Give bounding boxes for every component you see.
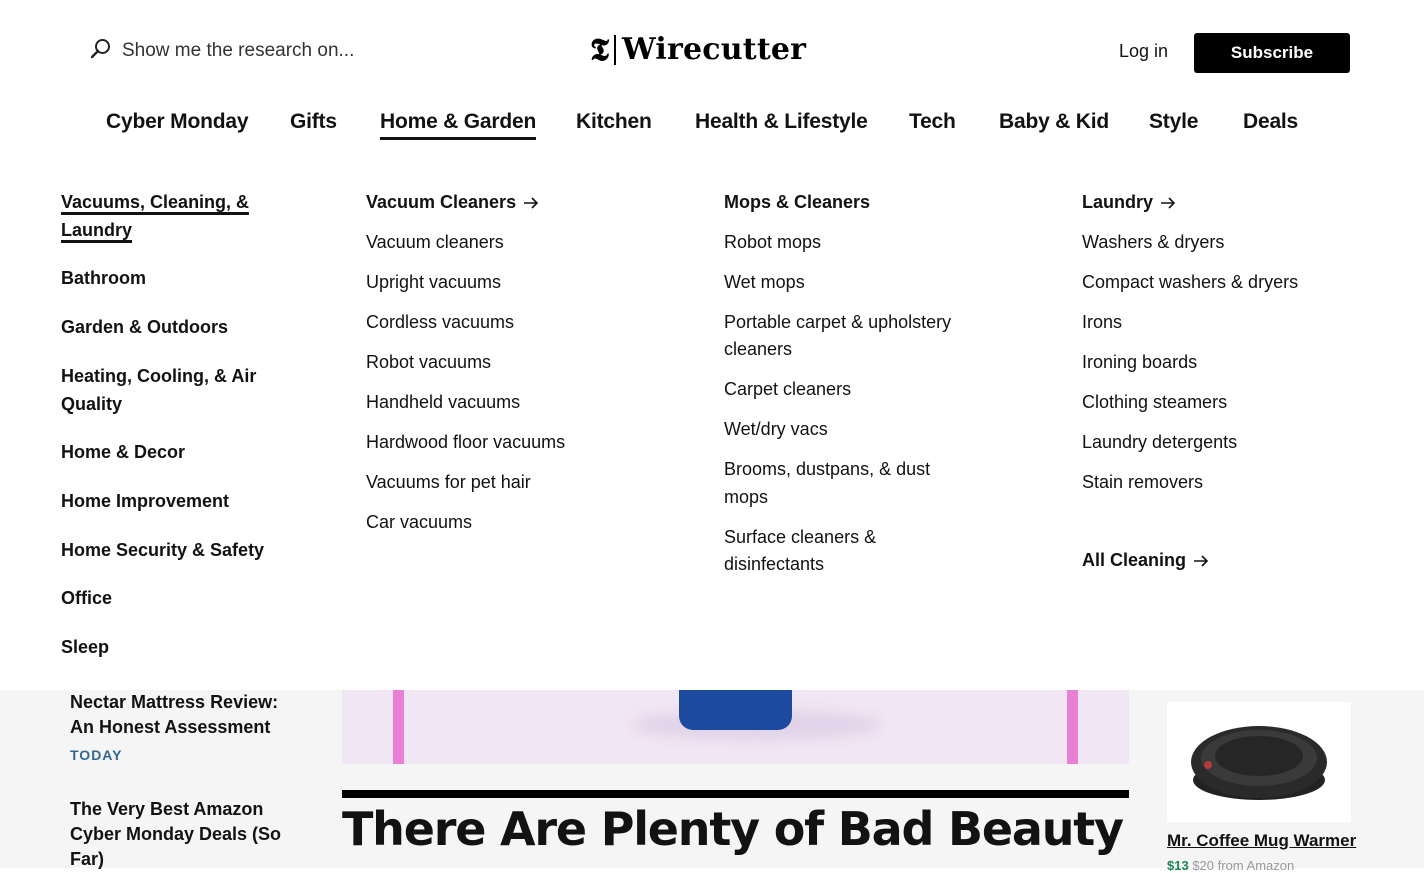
link-stain-removers[interactable]: Stain removers xyxy=(1082,469,1342,497)
pink-bar-left xyxy=(393,690,404,764)
link-brooms-dustpans[interactable]: Brooms, dustpans, & dust mops xyxy=(724,456,969,511)
category-office[interactable]: Office xyxy=(61,585,271,613)
link-wet-dry-vacs[interactable]: Wet/dry vacs xyxy=(724,416,969,444)
product-image[interactable] xyxy=(1167,702,1351,822)
column-vacuum-cleaners: Vacuum Cleaners Vacuum cleaners Upright … xyxy=(366,189,626,549)
link-washers-dryers[interactable]: Washers & dryers xyxy=(1082,229,1342,257)
all-cleaning-label: All Cleaning xyxy=(1082,550,1187,570)
link-irons[interactable]: Irons xyxy=(1082,309,1342,337)
link-portable-carpet-cleaners[interactable]: Portable carpet & upholstery cleaners xyxy=(724,309,969,364)
search-placeholder[interactable]: Show me the research on... xyxy=(122,40,354,62)
category-bathroom[interactable]: Bathroom xyxy=(61,265,271,293)
nav-baby-kid[interactable]: Baby & Kid xyxy=(999,110,1109,134)
category-sleep[interactable]: Sleep xyxy=(61,634,271,662)
link-vacuums-pet-hair[interactable]: Vacuums for pet hair xyxy=(366,469,626,497)
product-price: $13 $20 from Amazon xyxy=(1167,858,1294,873)
login-link[interactable]: Log in xyxy=(1119,41,1168,62)
category-label: Vacuums, Cleaning, & Laundry xyxy=(61,192,250,243)
link-laundry-detergents[interactable]: Laundry detergents xyxy=(1082,429,1342,457)
column-heading-label: Vacuum Cleaners xyxy=(366,192,517,212)
primary-nav: Cyber Monday Gifts Home & Garden Kitchen… xyxy=(0,110,1424,142)
column-heading-vacuum-cleaners[interactable]: Vacuum Cleaners xyxy=(366,189,626,217)
category-heating-cooling-air[interactable]: Heating, Cooling, & Air Quality xyxy=(61,363,271,418)
link-robot-mops[interactable]: Robot mops xyxy=(724,229,969,257)
headline-rule xyxy=(342,790,1129,798)
hero-image[interactable] xyxy=(342,690,1129,764)
all-cleaning-link[interactable]: All Cleaning xyxy=(1082,547,1209,575)
arrow-right-icon xyxy=(524,197,539,209)
home-garden-dropdown: Vacuums, Cleaning, & Laundry Bathroom Ga… xyxy=(0,150,1424,690)
link-upright-vacuums[interactable]: Upright vacuums xyxy=(366,269,626,297)
story-item[interactable]: Nectar Mattress Review: An Honest Assess… xyxy=(70,690,300,763)
link-surface-cleaners[interactable]: Surface cleaners & disinfectants xyxy=(724,524,969,579)
nav-home-garden[interactable]: Home & Garden xyxy=(380,110,536,140)
column-heading-mops-cleaners[interactable]: Mops & Cleaners xyxy=(724,189,969,217)
column-heading-laundry[interactable]: Laundry xyxy=(1082,189,1342,217)
nav-tech[interactable]: Tech xyxy=(909,110,956,134)
logo-divider xyxy=(614,35,617,65)
nav-kitchen[interactable]: Kitchen xyxy=(576,110,652,134)
pink-bar-right xyxy=(1067,690,1078,764)
story-tag: TODAY xyxy=(70,747,123,763)
story-item[interactable]: The Very Best Amazon Cyber Monday Deals … xyxy=(70,797,300,872)
link-cordless-vacuums[interactable]: Cordless vacuums xyxy=(366,309,626,337)
link-robot-vacuums[interactable]: Robot vacuums xyxy=(366,349,626,377)
link-vacuum-cleaners[interactable]: Vacuum cleaners xyxy=(366,229,626,257)
wirecutter-logo[interactable]: 𝕿 Wirecutter xyxy=(590,31,806,69)
column-laundry: Laundry Washers & dryers Compact washers… xyxy=(1082,189,1342,509)
column-heading-label: Laundry xyxy=(1082,192,1154,212)
search-icon xyxy=(90,38,111,64)
price-was: $20 from Amazon xyxy=(1192,858,1295,873)
link-carpet-cleaners[interactable]: Carpet cleaners xyxy=(724,376,969,404)
story-title[interactable]: Nectar Mattress Review: An Honest Assess… xyxy=(70,690,300,740)
link-handheld-vacuums[interactable]: Handheld vacuums xyxy=(366,389,626,417)
column-heading-label: Mops & Cleaners xyxy=(724,192,871,212)
nav-style[interactable]: Style xyxy=(1149,110,1198,134)
product-name-link[interactable]: Mr. Coffee Mug Warmer xyxy=(1167,831,1356,851)
category-home-improvement[interactable]: Home Improvement xyxy=(61,488,271,516)
link-ironing-boards[interactable]: Ironing boards xyxy=(1082,349,1342,377)
category-vacuums-cleaning-laundry[interactable]: Vacuums, Cleaning, & Laundry xyxy=(61,189,271,244)
nav-health-lifestyle[interactable]: Health & Lifestyle xyxy=(695,110,868,134)
column-mops-cleaners: Mops & Cleaners Robot mops Wet mops Port… xyxy=(724,189,969,591)
link-wet-mops[interactable]: Wet mops xyxy=(724,269,969,297)
nav-cyber-monday[interactable]: Cyber Monday xyxy=(106,110,248,134)
link-hardwood-floor-vacuums[interactable]: Hardwood floor vacuums xyxy=(366,429,626,457)
link-clothing-steamers[interactable]: Clothing steamers xyxy=(1082,389,1342,417)
search-bar[interactable]: Show me the research on... xyxy=(90,38,354,64)
link-car-vacuums[interactable]: Car vacuums xyxy=(366,509,626,537)
product-bottle xyxy=(679,690,792,730)
price-current: $13 xyxy=(1167,858,1189,873)
subscribe-button[interactable]: Subscribe xyxy=(1194,33,1350,73)
category-home-security-safety[interactable]: Home Security & Safety xyxy=(61,537,271,565)
story-title[interactable]: The Very Best Amazon Cyber Monday Deals … xyxy=(70,797,300,872)
arrow-right-icon xyxy=(1161,197,1176,209)
nyt-t-logo-icon: 𝕿 xyxy=(590,32,610,68)
nav-deals[interactable]: Deals xyxy=(1243,110,1298,134)
arrow-right-icon xyxy=(1194,555,1209,567)
nav-gifts[interactable]: Gifts xyxy=(290,110,337,134)
category-home-decor[interactable]: Home & Decor xyxy=(61,439,271,467)
brand-name: Wirecutter xyxy=(622,32,807,67)
link-compact-washers-dryers[interactable]: Compact washers & dryers xyxy=(1082,269,1342,297)
category-garden-outdoors[interactable]: Garden & Outdoors xyxy=(61,314,271,342)
article-headline[interactable]: There Are Plenty of Bad Beauty xyxy=(342,802,1124,856)
